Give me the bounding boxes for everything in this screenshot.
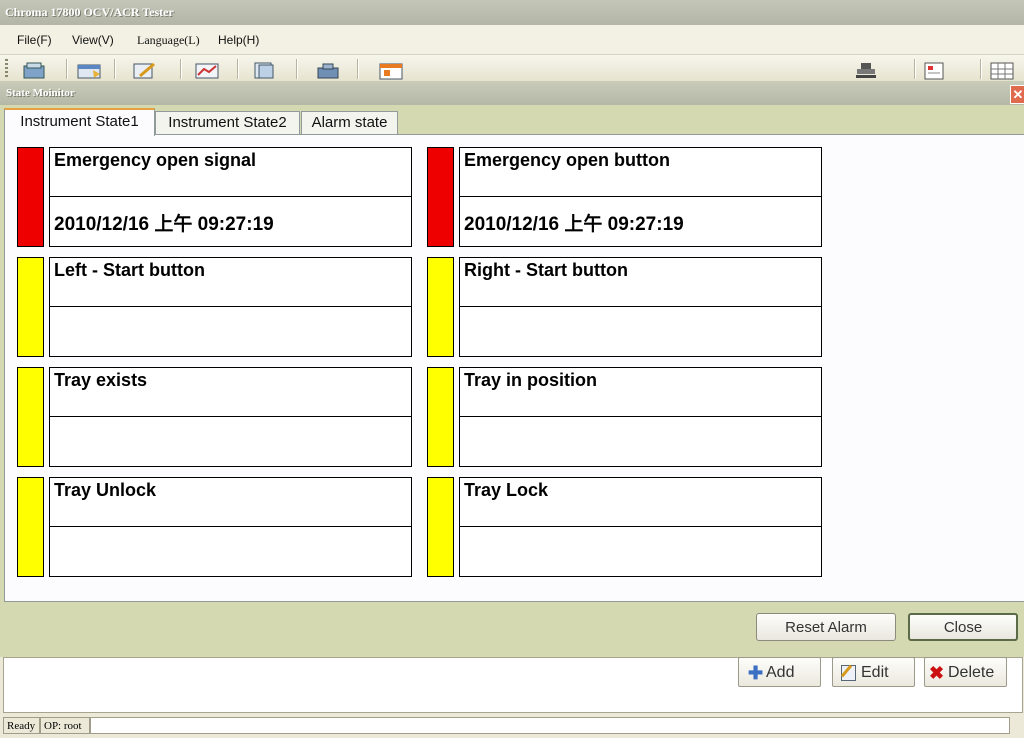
status-indicator	[17, 367, 44, 467]
toolbar	[0, 55, 1024, 81]
menu-view[interactable]: View(V)	[72, 33, 114, 47]
dialog-title: State Moinitor	[6, 87, 75, 99]
status-indicator	[427, 147, 454, 247]
state-timestamp	[50, 527, 411, 576]
status-ready: Ready	[3, 717, 40, 734]
status-indicator	[17, 477, 44, 577]
state-timestamp: 2010/12/16 上午 09:27:19	[54, 214, 274, 235]
grid-icon[interactable]	[988, 60, 1016, 80]
state-name: Emergency open signal	[50, 148, 411, 197]
edit-icon[interactable]	[130, 60, 158, 80]
menu-language[interactable]: Language(L)	[137, 33, 200, 48]
tester-icon[interactable]	[20, 60, 48, 80]
edit-label: Edit	[861, 664, 889, 681]
delete-button[interactable]: ✖ Delete	[924, 657, 1007, 687]
state-card: Right - Start button	[459, 257, 822, 357]
state-name: Tray Lock	[460, 478, 821, 527]
status-bar: Ready OP: root	[0, 714, 1024, 738]
app-title: Chroma 17800 OCV/ACR Tester	[5, 5, 174, 19]
status-indicator	[427, 367, 454, 467]
state-card: Emergency open signal 2010/12/16 上午 09:2…	[49, 147, 412, 247]
state-name: Emergency open button	[460, 148, 821, 197]
state-name: Tray Unlock	[50, 478, 411, 527]
menu-file[interactable]: File(F)	[17, 33, 52, 47]
menu-bar: File(F) View(V) Language(L) Help(H)	[0, 25, 1024, 55]
main-content-area: ✚ Add Edit ✖ Delete	[0, 657, 1024, 713]
tab-alarm-state[interactable]: Alarm state	[301, 111, 398, 134]
state-timestamp	[460, 527, 821, 576]
add-label: Add	[766, 664, 795, 681]
status-indicator	[427, 477, 454, 577]
close-icon[interactable]: ✕	[1010, 85, 1024, 104]
stamp-icon[interactable]	[852, 60, 880, 80]
app-title-bar: Chroma 17800 OCV/ACR Tester	[0, 0, 1024, 25]
tab-instrument-state2[interactable]: Instrument State2	[155, 111, 300, 134]
add-button[interactable]: ✚ Add	[738, 657, 821, 687]
dialog-title-bar: State Moinitor ✕	[0, 81, 1024, 105]
sheet-icon[interactable]	[920, 60, 948, 80]
status-operator: OP: root	[40, 717, 90, 734]
status-message	[90, 717, 1010, 734]
state-name: Tray exists	[50, 368, 411, 417]
plus-icon: ✚	[748, 663, 764, 683]
menu-help[interactable]: Help(H)	[218, 33, 259, 47]
device-icon[interactable]	[315, 60, 343, 80]
report-icon[interactable]	[250, 60, 278, 80]
tab-instrument-state1[interactable]: Instrument State1	[4, 108, 155, 136]
state-card: Left - Start button	[49, 257, 412, 357]
calendar-icon[interactable]	[377, 60, 405, 80]
state-card: Tray exists	[49, 367, 412, 467]
state-timestamp	[460, 307, 821, 356]
toolbar-grip[interactable]	[5, 59, 8, 79]
state-name: Left - Start button	[50, 258, 411, 307]
delete-icon: ✖	[929, 663, 945, 683]
state-card: Tray in position	[459, 367, 822, 467]
edit-icon	[840, 664, 856, 681]
status-indicator	[17, 147, 44, 247]
state-card: Tray Lock	[459, 477, 822, 577]
state-name: Tray in position	[460, 368, 821, 417]
delete-label: Delete	[948, 664, 995, 681]
state-timestamp	[50, 417, 411, 466]
edit-button[interactable]: Edit	[832, 657, 915, 687]
state-timestamp	[50, 307, 411, 356]
state-card: Tray Unlock	[49, 477, 412, 577]
status-indicator	[17, 257, 44, 357]
close-button[interactable]: Close	[908, 613, 1018, 641]
state-panel: Emergency open signal 2010/12/16 上午 09:2…	[4, 134, 1024, 602]
state-timestamp: 2010/12/16 上午 09:27:19	[464, 214, 684, 235]
state-timestamp	[460, 417, 821, 466]
reset-alarm-button[interactable]: Reset Alarm	[756, 613, 896, 641]
state-card: Emergency open button 2010/12/16 上午 09:2…	[459, 147, 822, 247]
chart-icon[interactable]	[193, 60, 221, 80]
config-icon[interactable]	[75, 60, 103, 80]
state-monitor-dialog: State Moinitor ✕ Instrument State1 Instr…	[0, 81, 1024, 657]
status-indicator	[427, 257, 454, 357]
state-name: Right - Start button	[460, 258, 821, 307]
